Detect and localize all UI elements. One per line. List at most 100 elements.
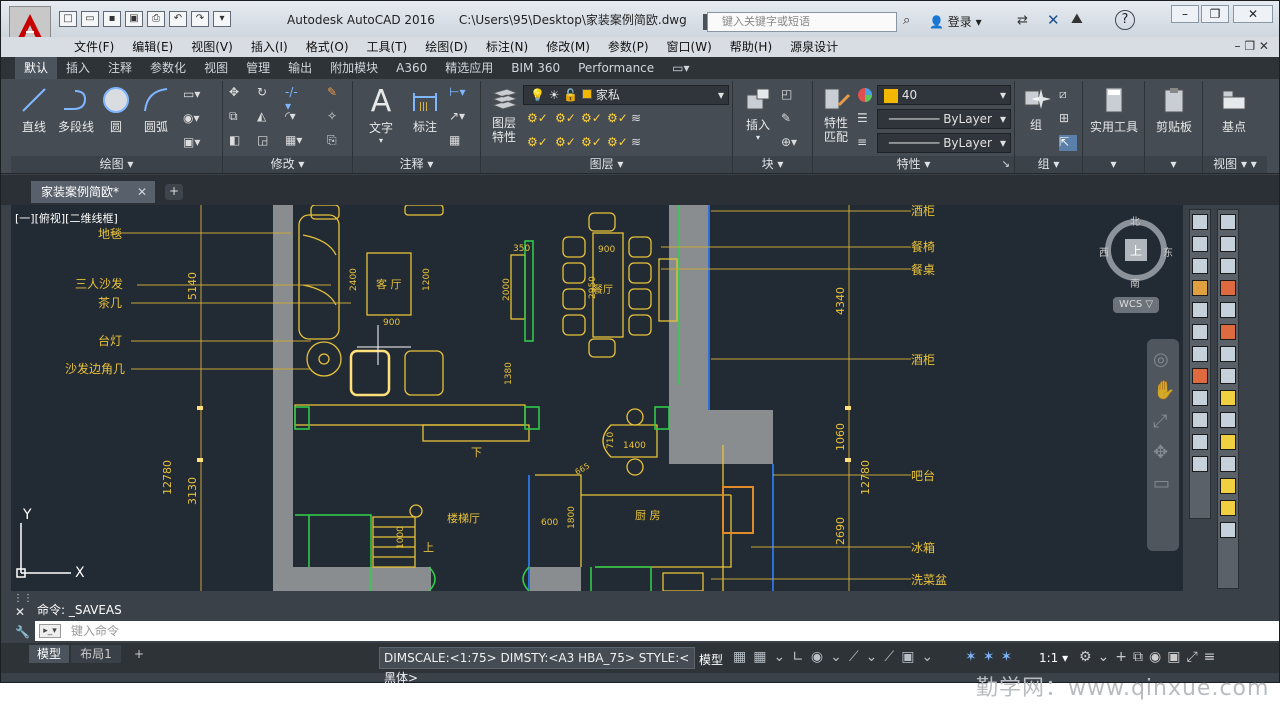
qat-dropdown-icon[interactable]: ▾: [213, 11, 231, 27]
block-attr-icon[interactable]: ⊕▾: [781, 135, 799, 151]
search-input[interactable]: 键入关键字或短语: [707, 12, 897, 32]
menu-edit[interactable]: 编辑(E): [123, 37, 182, 57]
status-toggles[interactable]: ▦▦⌄∟◉⌄⟋⌄⟋▣⌄: [733, 649, 940, 665]
tool-8-icon[interactable]: [1192, 368, 1208, 384]
scale-icon[interactable]: ◲: [257, 133, 275, 149]
match-properties-button[interactable]: 特性 匹配: [817, 85, 855, 144]
tab-featured-apps[interactable]: 精选应用: [436, 57, 502, 79]
tab-model[interactable]: 模型: [29, 645, 69, 663]
arc-button[interactable]: 圆弧: [139, 85, 173, 135]
layer-tool-5-icon[interactable]: ≋: [631, 111, 649, 127]
tool-e-icon[interactable]: [1220, 302, 1236, 318]
tool-h-icon[interactable]: [1220, 368, 1236, 384]
stretch-icon[interactable]: ◧: [229, 133, 247, 149]
tool-12-icon[interactable]: [1192, 456, 1208, 472]
erase-icon[interactable]: ✎: [327, 85, 345, 101]
showmotion-icon[interactable]: ▭: [1153, 473, 1173, 494]
group-select-icon[interactable]: ⇱: [1059, 135, 1077, 151]
cmd-grip-icon[interactable]: ⋮⋮: [13, 593, 33, 604]
linetype-dropdown[interactable]: ─────── ByLayer ▾: [877, 109, 1011, 129]
pan-icon[interactable]: ✋: [1153, 380, 1175, 401]
hatch-icon[interactable]: ◉▾: [183, 111, 201, 127]
tab-manage[interactable]: 管理: [237, 57, 279, 79]
annotation-scale-icons[interactable]: ✶✶✶: [965, 649, 1018, 665]
circle-button[interactable]: 圆: [101, 85, 131, 135]
close-button[interactable]: ✕: [1233, 5, 1273, 23]
menu-dimension[interactable]: 标注(N): [477, 37, 537, 57]
a360-icon[interactable]: ⛰: [1071, 11, 1083, 27]
add-layout-icon[interactable]: +: [129, 645, 149, 663]
status-tools[interactable]: ⚙⌄+⧉◉▣⤢≡: [1079, 649, 1221, 665]
draw-panel-title[interactable]: 绘图 ▾: [11, 156, 222, 173]
tab-layout1[interactable]: 布局1: [71, 645, 121, 663]
tool-3-icon[interactable]: [1192, 258, 1208, 274]
tool-5-icon[interactable]: [1192, 302, 1208, 318]
block-panel-title[interactable]: 块 ▾: [733, 156, 812, 173]
array-icon[interactable]: ▦▾: [285, 133, 303, 149]
menu-tools[interactable]: 工具(T): [358, 37, 417, 57]
leader-icon[interactable]: ↗▾: [449, 109, 467, 125]
modify-panel-title[interactable]: 修改 ▾: [223, 156, 352, 173]
zoom-icon[interactable]: ⤢: [1153, 411, 1173, 432]
undo-icon[interactable]: ↶: [169, 11, 187, 27]
view-panel-title[interactable]: 视图 ▾ ▾: [1203, 156, 1267, 173]
tool-a-icon[interactable]: [1220, 214, 1236, 230]
cmd-customize-icon[interactable]: 🔧: [15, 625, 30, 639]
layer-tool-3-icon[interactable]: ⚙✓: [581, 111, 602, 127]
layer-dropdown[interactable]: 💡 ☀ 🔓 家私 ▾: [523, 85, 729, 105]
offset-icon[interactable]: ⎘: [327, 133, 345, 149]
tool-11-icon[interactable]: [1192, 434, 1208, 450]
menu-view[interactable]: 视图(V): [182, 37, 242, 57]
doc-window-controls[interactable]: – ❐ ✕: [1235, 39, 1269, 53]
tool-7-icon[interactable]: [1192, 346, 1208, 362]
tool-f-icon[interactable]: [1220, 324, 1236, 340]
tool-k-icon[interactable]: [1220, 434, 1236, 450]
save-icon[interactable]: ▪: [103, 11, 121, 27]
move-icon[interactable]: ✥: [229, 85, 247, 101]
tab-bim360[interactable]: BIM 360: [502, 57, 569, 79]
viewport-controls[interactable]: [一][俯视][二维线框]: [15, 210, 118, 226]
base-view-button[interactable]: 基点: [1209, 85, 1259, 135]
tool-4-icon[interactable]: [1192, 280, 1208, 296]
exchange-icon[interactable]: ⇄: [1017, 13, 1028, 28]
layers-panel-title[interactable]: 图层 ▾: [481, 156, 732, 173]
menu-draw[interactable]: 绘图(D): [416, 37, 477, 57]
groups-panel-title[interactable]: 组 ▾: [1015, 156, 1082, 173]
tool-o-icon[interactable]: [1220, 522, 1236, 538]
orbit-icon[interactable]: ✥: [1153, 442, 1173, 463]
lineweight-icon[interactable]: ≡: [857, 135, 875, 151]
menu-window[interactable]: 窗口(W): [658, 37, 721, 57]
menu-modify[interactable]: 修改(M): [537, 37, 599, 57]
tool-m-icon[interactable]: [1220, 478, 1236, 494]
mirror-icon[interactable]: ◭: [257, 109, 275, 125]
annotation-panel-title[interactable]: 注释 ▾: [353, 156, 480, 173]
menu-format[interactable]: 格式(O): [297, 37, 358, 57]
layer-tool-2-icon[interactable]: ⚙✓: [555, 111, 576, 127]
tab-insert[interactable]: 插入: [57, 57, 99, 79]
group-edit-icon[interactable]: ⊞: [1059, 111, 1077, 127]
rectangle-icon[interactable]: ▭▾: [183, 87, 201, 103]
edit-block-icon[interactable]: ✎: [781, 111, 799, 127]
fillet-icon[interactable]: ◜▾: [285, 109, 303, 125]
dimension-button[interactable]: ||| 标注: [405, 85, 445, 135]
tab-annotate[interactable]: 注释: [99, 57, 141, 79]
minimize-button[interactable]: –: [1171, 5, 1199, 23]
tool-i-icon[interactable]: [1220, 390, 1236, 406]
ungroup-icon[interactable]: ⧄: [1059, 87, 1077, 103]
print-icon[interactable]: ⎙: [147, 11, 165, 27]
cmd-recent-icon[interactable]: ▸_▾: [39, 624, 61, 638]
trim-icon[interactable]: -/-▾: [285, 85, 303, 113]
explode-icon[interactable]: ✧: [327, 109, 345, 125]
tool-b-icon[interactable]: [1220, 236, 1236, 252]
color-dropdown[interactable]: 40 ▾: [877, 85, 1011, 105]
text-button[interactable]: A 文字 ▾: [361, 85, 401, 146]
login-button[interactable]: 👤 登录 ▾: [929, 13, 982, 30]
new-tab-button[interactable]: +: [165, 184, 183, 200]
lineweight-dropdown[interactable]: ─────── ByLayer ▾: [877, 133, 1011, 153]
utilities-panel-title[interactable]: ▾: [1083, 156, 1144, 173]
layer-tool-6-icon[interactable]: ⚙✓: [527, 135, 548, 151]
cmd-close-icon[interactable]: ✕: [15, 605, 25, 619]
steering-wheel-icon[interactable]: ◎: [1153, 349, 1173, 370]
polyline-button[interactable]: 多段线: [55, 85, 97, 135]
command-input[interactable]: 键入命令: [35, 621, 1279, 641]
